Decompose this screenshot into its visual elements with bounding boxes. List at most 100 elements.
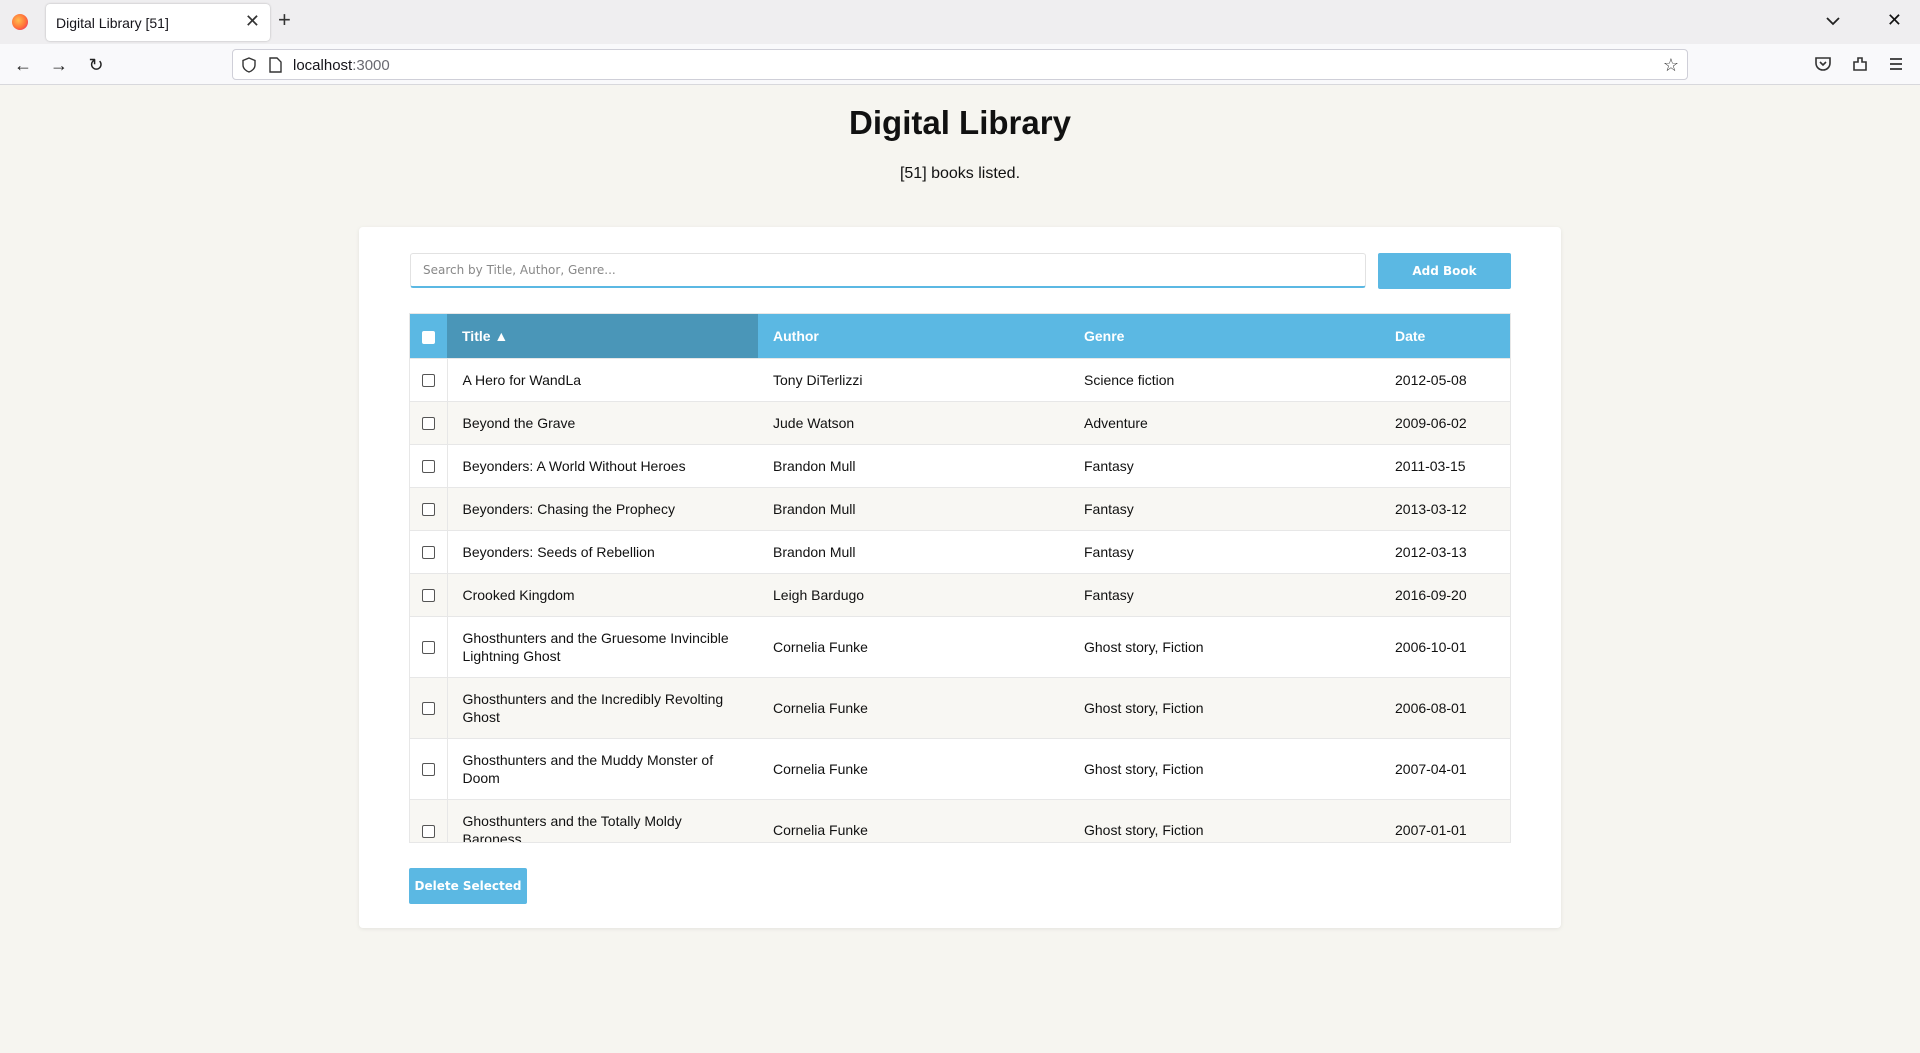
row-checkbox-cell [410,615,448,677]
row-checkbox[interactable] [421,702,435,716]
cell-genre: Ghost story, Fiction [1069,615,1380,677]
cell-date: 2009-06-02 [1380,400,1510,444]
select-all-checkbox[interactable] [422,330,435,344]
page-icon[interactable] [269,57,282,73]
row-checkbox-cell [410,443,448,487]
table-row[interactable]: A Hero for WandLa Tony DiTerlizzi Science … [410,357,1510,401]
shield-icon[interactable] [241,57,257,73]
tab-bar: Digital Library [51] ✕ + ✕ [0,0,1920,44]
new-tab-icon[interactable]: + [278,8,291,32]
table-row[interactable]: Ghosthunters and the Gruesome Invincible… [410,615,1510,677]
delete-selected-button[interactable]: Delete Selected [409,868,527,904]
cell-author: Tony DiTerlizzi [758,357,1069,401]
browser-tab[interactable]: Digital Library [51] ✕ [46,4,270,41]
cell-author: Brandon Mull [758,486,1069,530]
row-checkbox[interactable] [421,503,435,517]
cell-genre: Fantasy [1069,572,1380,616]
row-checkbox-cell [410,572,448,616]
cell-author: Cornelia Funke [758,737,1069,799]
page-title: Digital Library [849,104,1071,141]
row-checkbox-cell [410,676,448,738]
cell-title: Beyonders: Chasing the Prophecy [447,486,758,530]
cell-genre: Ghost story, Fiction [1069,737,1380,799]
cell-date: 2013-03-12 [1380,486,1510,530]
book-count-text: [51] books listed. [899,165,1021,182]
cell-date: 2007-04-01 [1380,737,1510,799]
cell-author: Cornelia Funke [758,798,1069,842]
tab-close-icon[interactable]: ✕ [245,12,260,30]
cell-genre: Science fiction [1069,357,1380,401]
pocket-icon[interactable] [1813,54,1833,74]
header-author[interactable]: Author [758,314,1069,358]
row-checkbox[interactable] [421,417,435,431]
table-row[interactable]: Ghosthunters and the Incredibly Revoltin… [410,676,1510,738]
cell-title: A Hero for WandLa [447,357,758,401]
row-checkbox-cell [410,529,448,573]
table-row[interactable]: Ghosthunters and the Muddy Monster of Do… [410,737,1510,799]
books-table-container[interactable]: Title ▲ Author Genre Date A Hero for Wan… [409,313,1511,843]
bookmark-star-icon[interactable]: ☆ [1663,55,1679,76]
cell-title: Crooked Kingdom [447,572,758,616]
cell-date: 2006-10-01 [1380,615,1510,677]
header-date[interactable]: Date [1380,314,1510,358]
row-checkbox[interactable] [421,546,435,560]
extensions-icon[interactable] [1850,54,1870,74]
cell-genre: Ghost story, Fiction [1069,676,1380,738]
cell-title: Ghosthunters and the Totally Moldy Baron… [447,798,758,842]
back-icon[interactable]: ← [10,52,36,78]
row-checkbox-cell [410,486,448,530]
cell-genre: Fantasy [1069,443,1380,487]
table-header-row: Title ▲ Author Genre Date [410,314,1510,358]
cell-date: 2007-01-01 [1380,798,1510,842]
forward-icon[interactable]: → [46,52,72,78]
row-checkbox-cell [410,737,448,799]
cell-title: Beyonders: A World Without Heroes [447,443,758,487]
cell-author: Cornelia Funke [758,676,1069,738]
cell-author: Cornelia Funke [758,615,1069,677]
row-checkbox[interactable] [421,374,435,388]
url-bar[interactable]: localhost:3000 ☆ [232,49,1688,80]
cell-genre: Fantasy [1069,486,1380,530]
table-row[interactable]: Crooked Kingdom Leigh Bardugo Fantasy 2016-… [410,572,1510,616]
row-checkbox[interactable] [421,763,435,777]
cell-author: Jude Watson [758,400,1069,444]
table-row[interactable]: Beyonders: A World Without Heroes Brandon… [410,443,1510,487]
table-row[interactable]: Beyonders: Chasing the Prophecy Brandon M… [410,486,1510,530]
nav-bar: ← → ↻ localhost:3000 ☆ [0,44,1920,85]
row-checkbox[interactable] [421,589,435,603]
cell-date: 2012-05-08 [1380,357,1510,401]
window-close-icon[interactable]: ✕ [1887,10,1902,31]
row-checkbox-cell [410,400,448,444]
table-row[interactable]: Ghosthunters and the Totally Moldy Baron… [410,798,1510,842]
cell-title: Beyond the Grave [447,400,758,444]
row-checkbox[interactable] [421,641,435,655]
select-all-cell [410,314,447,358]
add-book-button[interactable]: Add Book [1378,253,1511,289]
tab-list-chevron-icon[interactable] [1824,12,1842,30]
cell-genre: Ghost story, Fiction [1069,798,1380,842]
firefox-logo-icon [12,14,28,30]
row-checkbox[interactable] [421,460,435,474]
table-row[interactable]: Beyond the Grave Jude Watson Adventure 2009… [410,400,1510,444]
cell-date: 2016-09-20 [1380,572,1510,616]
header-title[interactable]: Title ▲ [447,314,758,358]
cell-author: Brandon Mull [758,529,1069,573]
url-text: localhost:3000 [293,57,390,74]
search-input[interactable] [410,253,1366,288]
table-row[interactable]: Beyonders: Seeds of Rebellion Brandon Mul… [410,529,1510,573]
cell-date: 2006-08-01 [1380,676,1510,738]
row-checkbox[interactable] [421,824,435,838]
tab-title: Digital Library [51] [56,15,169,31]
cell-title: Ghosthunters and the Gruesome Invincible… [447,615,758,677]
header-genre[interactable]: Genre [1069,314,1380,358]
cell-genre: Adventure [1069,400,1380,444]
library-card: Add Book Title ▲ Author Genre Date A Her… [359,227,1561,928]
reload-icon[interactable]: ↻ [83,52,109,78]
cell-title: Ghosthunters and the Incredibly Revoltin… [447,676,758,738]
cell-title: Ghosthunters and the Muddy Monster of Do… [447,737,758,799]
menu-icon[interactable] [1886,54,1906,74]
row-checkbox-cell [410,798,448,842]
books-table: Title ▲ Author Genre Date A Hero for Wan… [410,314,1510,842]
cell-date: 2011-03-15 [1380,443,1510,487]
cell-author: Leigh Bardugo [758,572,1069,616]
